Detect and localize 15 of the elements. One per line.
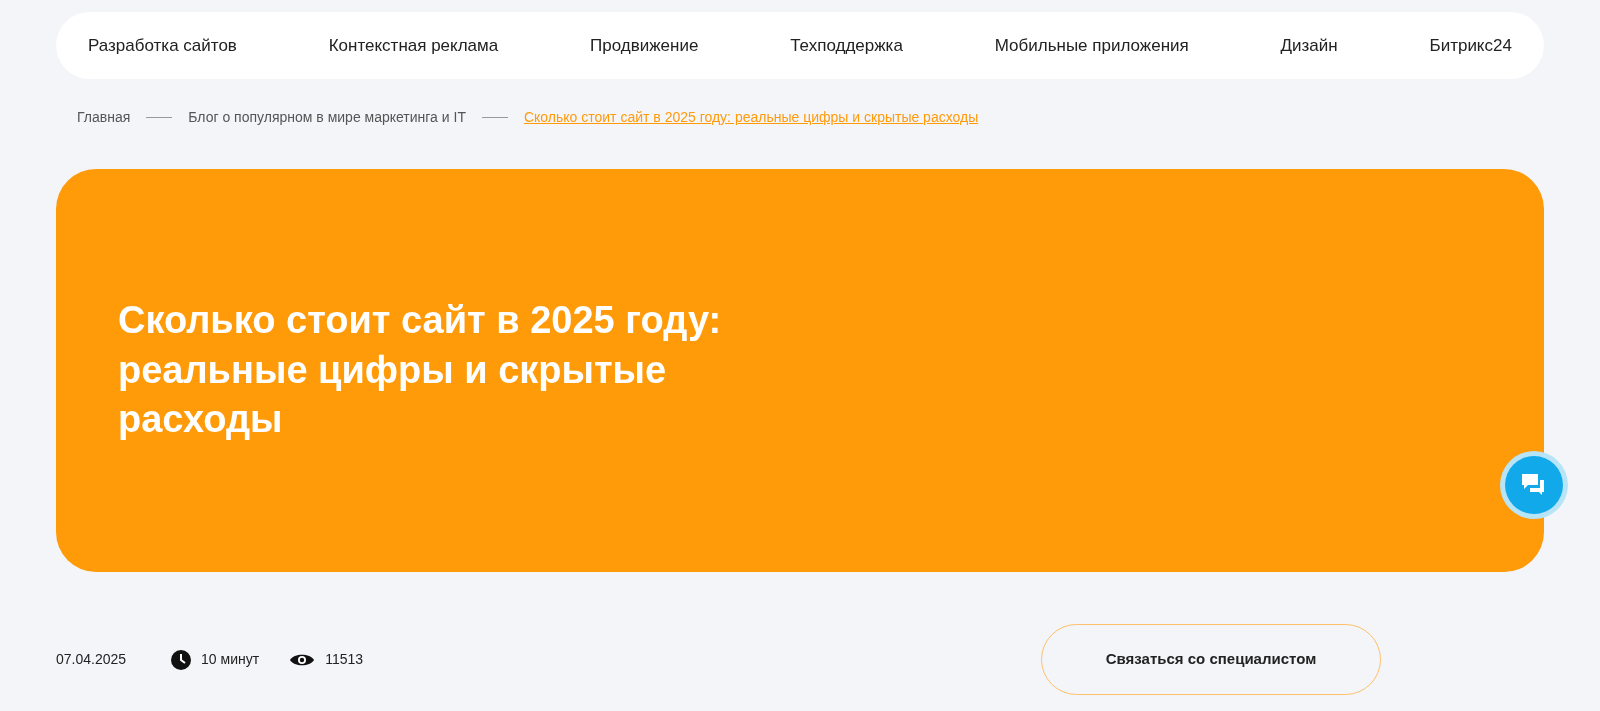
nav-link[interactable]: Контекстная реклама [328,32,499,59]
nav-link[interactable]: Продвижение [590,32,699,59]
nav-link[interactable]: Разработка сайтов [88,32,237,59]
read-time: 10 минут [201,650,260,669]
breadcrumb-link[interactable]: Главная [77,106,131,128]
chat-button[interactable] [1505,456,1563,514]
view-count: 11513 [325,650,364,669]
nav-link[interactable]: Битрикс24 [1429,32,1512,59]
publish-date: 07.04.2025 [56,650,127,669]
article-title: Сколько стоит сайт в 2025 году: реальные цифры и скрытые расходы [118,298,723,443]
breadcrumb-link[interactable]: Блог о популярном в мире маркетинга и IT [188,106,466,128]
clock-icon [171,649,192,670]
nav-link[interactable]: Техподдержка [790,32,903,59]
nav-link[interactable]: Дизайн [1280,32,1338,59]
nav-link[interactable]: Мобильные приложения [994,32,1189,59]
